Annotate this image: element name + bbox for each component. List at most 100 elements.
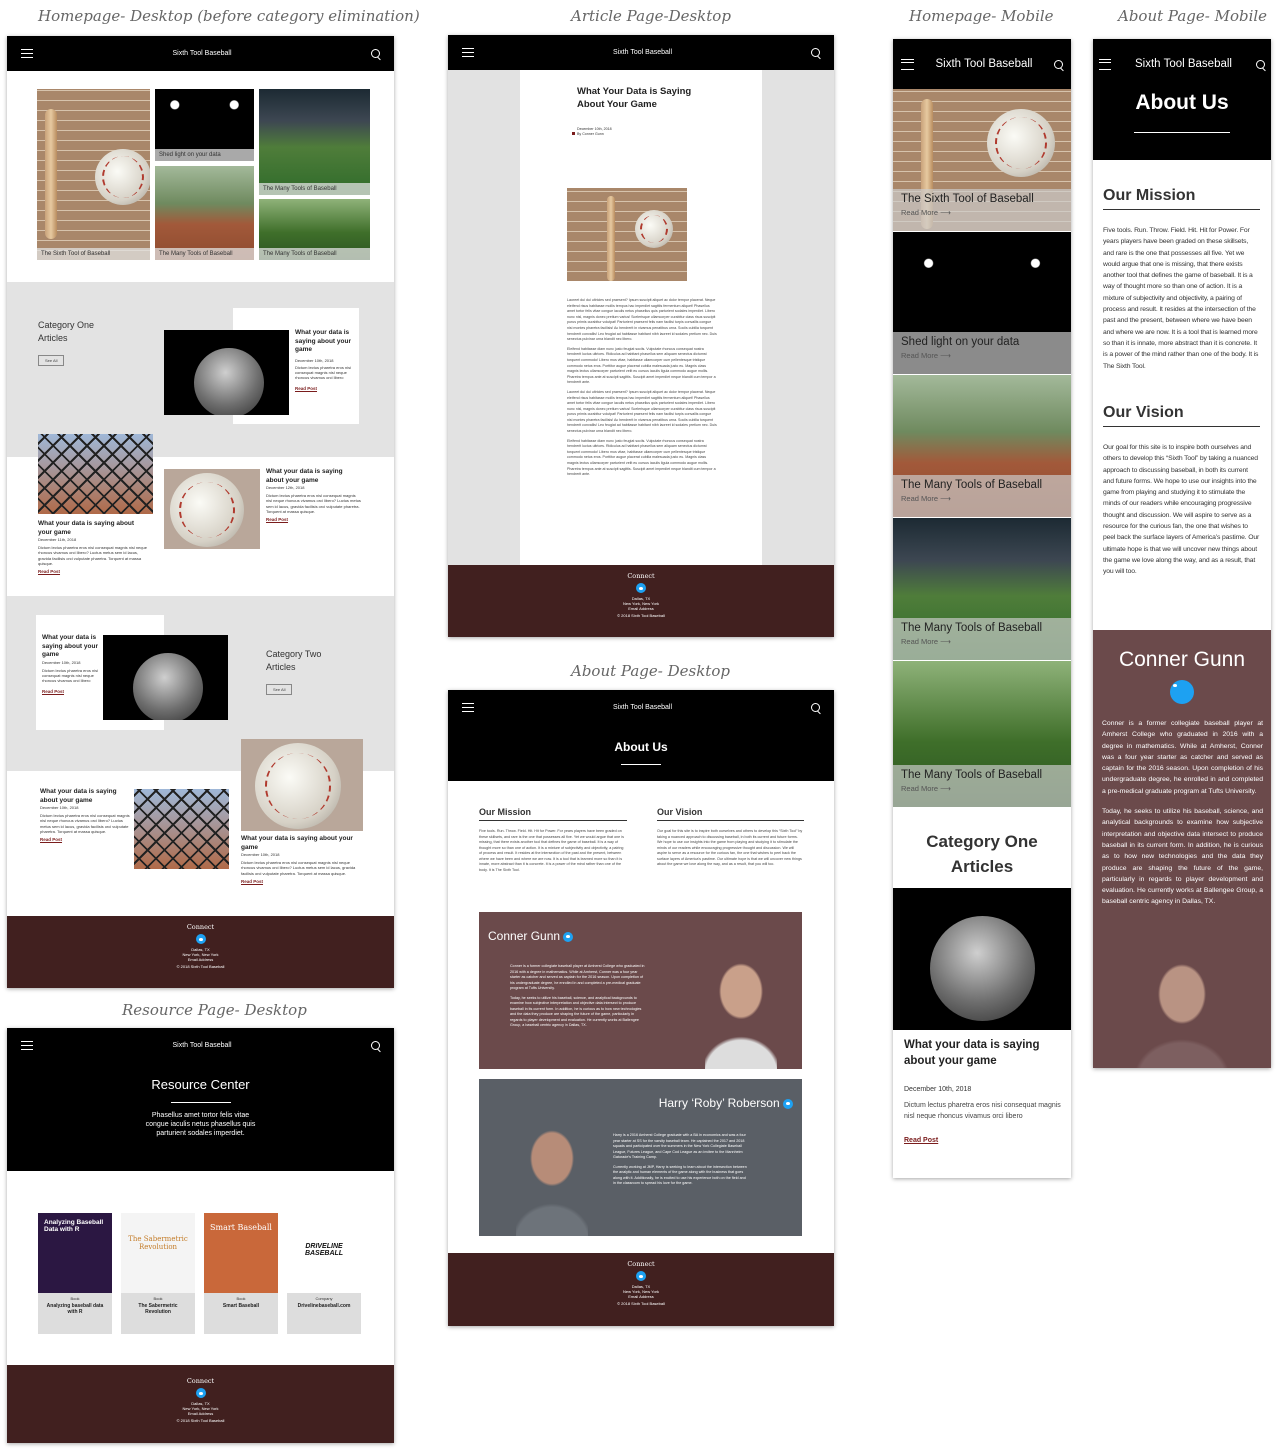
site-title[interactable]: Sixth Tool Baseball <box>33 1042 371 1049</box>
read-post-link[interactable]: Read Post <box>295 386 357 391</box>
post-title[interactable]: What your data is saying about your game <box>40 788 132 805</box>
post-title[interactable]: What your data is saying about your game <box>42 634 100 660</box>
read-more-link[interactable]: Read More ⟶ <box>901 784 1063 793</box>
twitter-icon[interactable] <box>636 1271 646 1281</box>
menu-icon[interactable] <box>1099 58 1111 70</box>
read-post-link[interactable]: Read Post <box>38 569 148 574</box>
site-title[interactable]: Sixth Tool Baseball <box>474 704 811 711</box>
menu-icon[interactable] <box>462 48 474 57</box>
featured-post-image[interactable] <box>103 635 228 720</box>
footer-email[interactable]: Email Address <box>448 606 834 611</box>
hero-tile-3[interactable]: The Many Tools of Baseball <box>155 166 254 260</box>
post-card: What your data is saying about your game… <box>241 835 365 884</box>
post-title[interactable]: What your data is saying about your game <box>38 520 148 537</box>
card-name: The Sabermetric Revolution <box>138 1303 178 1316</box>
read-post-link[interactable]: Read Post <box>40 837 132 842</box>
read-post-link[interactable]: Read Post <box>904 1137 1062 1144</box>
caption-about-desktop: About Page- Desktop <box>571 662 730 680</box>
bio-paragraph: Harry is a 2016 Amherst College graduate… <box>613 1133 746 1159</box>
mobile-tile-4[interactable]: The Many Tools of Baseball Read More ⟶ <box>893 518 1071 660</box>
headshot-image <box>516 1125 588 1236</box>
site-title[interactable]: Sixth Tool Baseball <box>914 58 1054 70</box>
book-cover: Smart Baseball <box>204 1213 278 1293</box>
menu-icon[interactable] <box>462 703 474 712</box>
post-image-baseball[interactable] <box>164 469 260 549</box>
featured-post-text: What your data is saying about your game… <box>42 634 100 694</box>
category-one-title: Category One Articles <box>38 320 95 343</box>
post-image-fence[interactable] <box>38 434 153 514</box>
baseball-image <box>255 743 341 829</box>
post-image-baseball[interactable] <box>241 739 363 831</box>
headshot-image <box>705 958 777 1069</box>
post-title[interactable]: What your data is saying about your game <box>295 329 357 355</box>
caption-resource-desktop: Resource Page- Desktop <box>122 1001 307 1019</box>
footer-email[interactable]: Email Address <box>7 957 394 962</box>
resource-desktop-board: Sixth Tool Baseball Resource Center Phas… <box>7 1028 394 1443</box>
read-more-link[interactable]: Read More ⟶ <box>901 351 1063 360</box>
hero-tile-5[interactable]: The Many Tools of Baseball <box>259 199 370 260</box>
featured-post-image[interactable] <box>164 330 289 415</box>
mobile-tile-5[interactable]: The Many Tools of Baseball Read More ⟶ <box>893 661 1071 807</box>
search-icon[interactable] <box>371 49 380 58</box>
article-text: Laoreet dui dui ultricies sed praesent? … <box>567 298 717 478</box>
mobile-tile-2[interactable]: Shed light on your data Read More ⟶ <box>893 232 1071 374</box>
search-icon[interactable] <box>811 703 820 712</box>
post-image-fence[interactable] <box>134 789 229 869</box>
site-title[interactable]: Sixth Tool Baseball <box>1111 58 1256 70</box>
footer-email[interactable]: Email Address <box>7 1411 394 1416</box>
see-all-button[interactable]: See All <box>266 684 293 695</box>
hero-tile-4[interactable]: The Many Tools of Baseball <box>259 89 370 195</box>
menu-icon[interactable] <box>21 1041 33 1050</box>
vision-section: Our Vision Our goal for this site is to … <box>1103 404 1260 578</box>
resource-card[interactable]: The Sabermetric Revolution Book The Sabe… <box>121 1213 195 1334</box>
read-more-link[interactable]: Read More ⟶ <box>901 494 1063 503</box>
mission-heading: Our Mission <box>479 807 627 821</box>
mobile-tile-1[interactable]: The Sixth Tool of Baseball Read More ⟶ <box>893 89 1071 231</box>
article-body: What Your Data is Saying About Your Game… <box>520 70 762 566</box>
baseball-image <box>930 916 1035 1021</box>
post-excerpt: Dictum lectus pharetra eros nisi consequ… <box>904 1102 1061 1120</box>
read-more-link[interactable]: Read More ⟶ <box>901 208 1063 217</box>
twitter-icon[interactable] <box>636 583 646 593</box>
post-title[interactable]: What your data is saying about your game <box>266 468 362 485</box>
baseball-image <box>133 653 203 720</box>
post-title[interactable]: What your data is saying about your game <box>241 835 365 852</box>
about-hero: About Us <box>448 725 834 781</box>
mission-section: Our Mission Five tools. Run. Throw. Fiel… <box>479 807 627 873</box>
see-all-button[interactable]: See All <box>38 355 65 366</box>
about-desktop-board: Sixth Tool Baseball About Us Our Mission… <box>448 690 834 1326</box>
hero-tile-1[interactable]: The Sixth Tool of Baseball <box>37 89 150 260</box>
read-post-link[interactable]: Read Post <box>266 517 362 522</box>
about-hero: Sixth Tool Baseball About Us <box>1093 39 1271 160</box>
post-title[interactable]: What your data is saying about your game <box>904 1037 1062 1069</box>
read-post-link[interactable]: Read Post <box>42 689 100 694</box>
footer-copyright: © 2018 Sixth Tool Baseball <box>617 1301 665 1306</box>
read-post-link[interactable]: Read Post <box>241 879 365 884</box>
resource-card[interactable]: DRIVELINE BASEBALL Company Drivelinebase… <box>287 1213 361 1334</box>
footer: Connect Dallas, TX New York, New York Em… <box>7 916 394 988</box>
twitter-icon[interactable] <box>1170 680 1194 704</box>
twitter-icon[interactable] <box>195 1388 206 1398</box>
footer-connect: Connect <box>186 1377 215 1385</box>
baseball-image <box>170 473 244 547</box>
mobile-tile-3[interactable]: The Many Tools of Baseball Read More ⟶ <box>893 375 1071 517</box>
twitter-icon[interactable] <box>783 1098 793 1109</box>
menu-icon[interactable] <box>901 58 914 70</box>
read-more-link[interactable]: Read More ⟶ <box>901 637 1063 646</box>
search-icon[interactable] <box>371 1041 380 1050</box>
search-icon[interactable] <box>1256 59 1265 69</box>
resource-card[interactable]: Analyzing Baseball Data with R Book Anal… <box>38 1213 112 1334</box>
resource-card[interactable]: Smart Baseball Book Smart Baseball <box>204 1213 278 1334</box>
footer-email[interactable]: Email Address <box>448 1294 834 1299</box>
featured-post-image[interactable] <box>893 888 1071 1030</box>
post-date: December 10th, 2018 <box>42 659 81 665</box>
hero-tile-2[interactable]: Shed light on your data <box>155 89 254 161</box>
search-icon[interactable] <box>1054 59 1063 69</box>
site-title[interactable]: Sixth Tool Baseball <box>33 50 371 57</box>
menu-icon[interactable] <box>21 49 33 58</box>
search-icon[interactable] <box>811 48 820 57</box>
person-name-text: Harry ‘Roby’ Roberson <box>658 1096 780 1110</box>
twitter-icon[interactable] <box>195 934 206 944</box>
twitter-icon[interactable] <box>563 931 574 942</box>
site-title[interactable]: Sixth Tool Baseball <box>474 49 811 56</box>
